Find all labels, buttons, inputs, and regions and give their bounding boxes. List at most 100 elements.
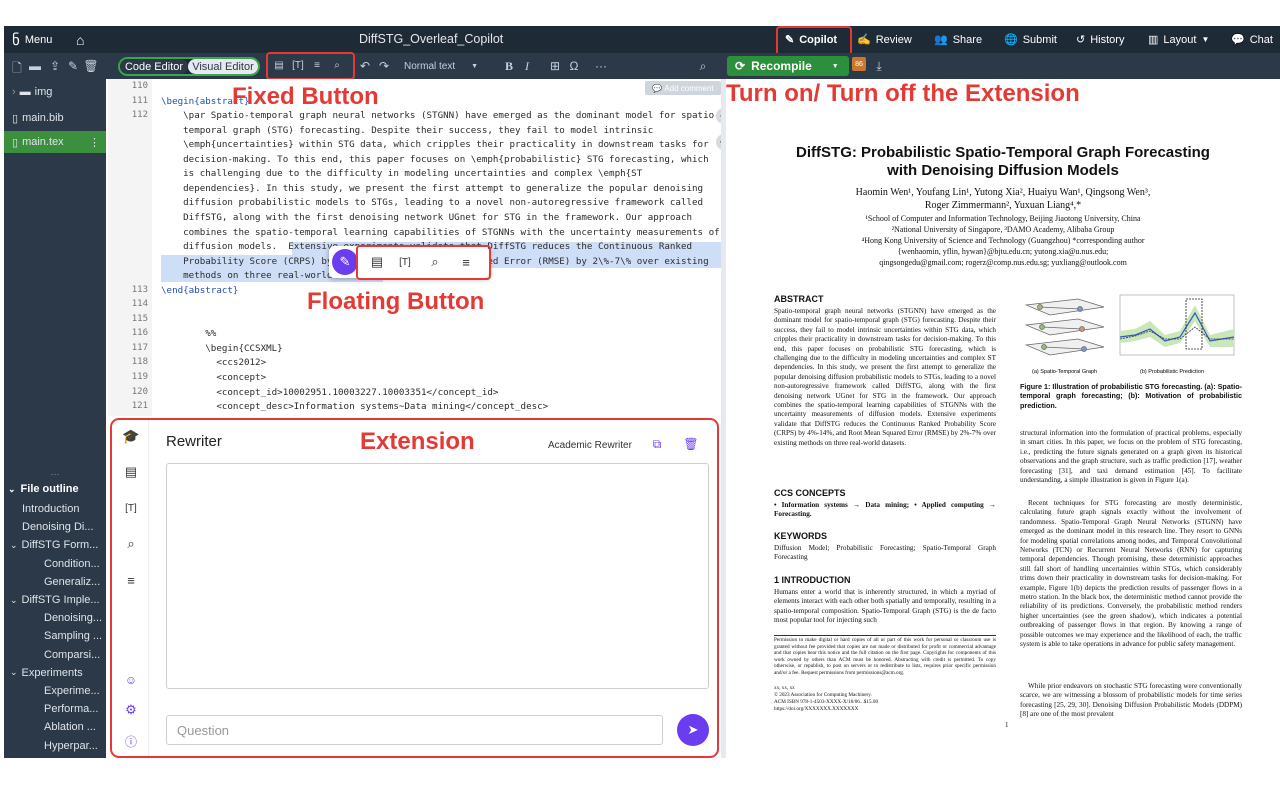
download-icon[interactable]: ⤓ [872, 59, 886, 74]
outline-item[interactable]: Introduction [22, 501, 79, 517]
table-icon[interactable]: ⊞ [548, 59, 562, 73]
fixed-button-annotation: Fixed Button [232, 83, 379, 110]
rename-icon[interactable]: ✎ [66, 59, 80, 73]
kebab-icon[interactable]: ⋮ [89, 136, 100, 149]
code-line: \begin{CCSXML} [161, 342, 283, 354]
italic-button[interactable]: I [520, 59, 534, 74]
code-line: is challenging due to the difficulty in … [161, 168, 643, 180]
file-icon: ▯ [12, 136, 19, 149]
intro-heading: 1 INTRODUCTION [774, 575, 851, 585]
history-icon: ↺ [1076, 34, 1086, 46]
outline-item-label: Comparsi... [44, 648, 101, 661]
paper-title: DiffSTG: Probabilistic Spatio-Temporal G… [796, 144, 1210, 161]
file-outline-header[interactable]: ⌄ File outline [8, 478, 79, 500]
line-number: 112 [131, 110, 148, 121]
editor-mode-toggle: Code Editor Visual Editor [118, 57, 260, 76]
floating-button-annotation: Floating Button [307, 288, 485, 315]
line-number: 113 [131, 284, 148, 295]
outline-item[interactable]: ⌄ DiffSTG Form... [10, 537, 98, 553]
file-tree-item[interactable]: ▯ main.bib [12, 107, 106, 129]
outline-item-label: Introduction [22, 503, 80, 515]
footnote-venue: xx, xx, xx [774, 685, 795, 691]
code-line: \par Spatio-temporal graph neural networ… [161, 110, 720, 122]
outline-item[interactable]: Performa... [44, 701, 98, 717]
outline-item[interactable]: Experime... [44, 683, 100, 699]
prediction-plot [1119, 294, 1235, 356]
code-line: dependencies}. In this study, we present… [161, 182, 704, 194]
search-icon[interactable]: ⌕ [696, 59, 710, 74]
outline-item-label: Condition... [44, 557, 100, 570]
stg-graph-figure [1024, 298, 1105, 356]
pencil-icon[interactable]: ✎ [332, 249, 358, 275]
outline-item[interactable]: Hyperpar... [44, 738, 98, 754]
column2-text: While prior endeavors on stochastic STG … [1020, 682, 1242, 719]
new-file-icon[interactable]: 🗋 [10, 59, 24, 80]
outline-item[interactable]: Generaliz... [44, 574, 100, 590]
submit-button[interactable]: 🌐 Submit [1004, 26, 1057, 53]
outline-item[interactable]: Sampling ... [44, 628, 102, 644]
line-number: 119 [131, 372, 148, 382]
upload-icon[interactable]: ⇪ [48, 59, 62, 73]
text-style-select[interactable]: Normal text ▼ [404, 61, 486, 72]
outline-item[interactable]: ⌄ Experiments [10, 665, 83, 681]
outline-item[interactable]: Condition... [44, 556, 100, 572]
outline-item[interactable]: Denoising Di... [22, 519, 94, 535]
outline-item-label: Generaliz... [44, 575, 101, 588]
file-tree-item[interactable]: › ▬ img [12, 81, 106, 103]
caret-down-icon: ▼ [471, 63, 479, 70]
fixed-button-highlight-box [266, 52, 355, 80]
delete-icon[interactable]: 🗑 [83, 59, 98, 73]
add-comment-button[interactable]: 💬 Add comment [645, 81, 721, 95]
keywords-text: Diffusion Model; Probabilistic Forecasti… [774, 544, 996, 562]
code-line: combines the spatio-temporal learning ca… [161, 226, 720, 238]
log-badge[interactable]: 86 [852, 57, 866, 71]
bold-button[interactable]: B [502, 59, 516, 74]
chevron-down-icon: ⌄ [10, 539, 18, 550]
floating-button-highlight-box [356, 245, 491, 280]
redo-icon[interactable]: ↷ [377, 59, 391, 73]
outline-item-label: Performa... [44, 703, 99, 716]
share-button[interactable]: 👥 Share [934, 26, 982, 53]
top-bar: ნ Menu ⌂ DiffSTG_Overleaf_Copilot ✎ Copilo… [4, 26, 1280, 53]
undo-icon[interactable]: ↶ [358, 59, 372, 73]
chat-button[interactable]: 💬 Chat [1231, 26, 1273, 53]
outline-item-label: Experiments [21, 666, 83, 679]
symbol-button[interactable]: Ω [567, 59, 581, 73]
outline-item-label: Experime... [44, 685, 100, 697]
extension-annotation: Extension [360, 428, 475, 455]
emails: {wenhaomin, yflin, hywan}@bjtu.edu.cn; y… [897, 247, 1109, 256]
authors: Haomin Wen¹, Youfang Lin¹, Yutong Xia², … [855, 187, 1151, 198]
history-button[interactable]: ↺ History [1076, 26, 1124, 53]
recompile-button[interactable]: ⟳ Recompile ▼ [727, 56, 849, 76]
outline-item-label: Hyperpar... [44, 739, 98, 752]
chat-icon: 💬 [1231, 34, 1245, 46]
review-button[interactable]: ✍ Review [857, 26, 912, 53]
layout-icon: ▥ [1148, 34, 1159, 46]
menu-button[interactable]: ნ Menu [12, 26, 52, 53]
layout-button[interactable]: ▥ Layout ▼ [1148, 26, 1209, 53]
home-icon[interactable]: ⌂ [76, 26, 84, 53]
line-number: 114 [131, 299, 148, 310]
project-title[interactable]: DiffSTG_Overleaf_Copilot [359, 32, 503, 46]
globe-icon: 🌐 [1004, 34, 1018, 46]
keywords-heading: KEYWORDS [774, 531, 828, 541]
folder-icon: ▬ [19, 86, 31, 98]
column2-text: structural information into the formulat… [1020, 429, 1242, 485]
outline-item-label: DiffSTG Form... [21, 539, 99, 552]
affiliation: ²National University of Singapore, ³DAMO… [891, 225, 1115, 234]
file-tree-item-active[interactable]: ▯ main.tex ⋮ [4, 131, 106, 153]
ccs-heading: CCS CONCEPTS [774, 488, 846, 498]
outline-item[interactable]: Ablation ... [44, 719, 96, 735]
outline-item[interactable]: Comparsi... [44, 647, 100, 663]
code-editor-tab[interactable]: Code Editor [120, 59, 188, 74]
more-button[interactable]: ··· [592, 59, 610, 73]
visual-editor-tab[interactable]: Visual Editor [188, 59, 258, 74]
overleaf-logo-icon: ნ [12, 31, 20, 49]
outline-item[interactable]: ⌄ DiffSTG Imple... [10, 592, 100, 608]
outline-item[interactable]: Denoising... [44, 610, 102, 626]
overleaf-app: ნ Menu ⌂ DiffSTG_Overleaf_Copilot ✎ Copilo… [4, 26, 1280, 758]
paper-title-line2: with Denoising Diffusion Models [887, 162, 1119, 179]
new-folder-icon[interactable]: ▬ [28, 59, 42, 73]
line-number: 117 [131, 342, 148, 353]
footnote-copyright: © 2023 Association for Computing Machine… [774, 692, 872, 698]
